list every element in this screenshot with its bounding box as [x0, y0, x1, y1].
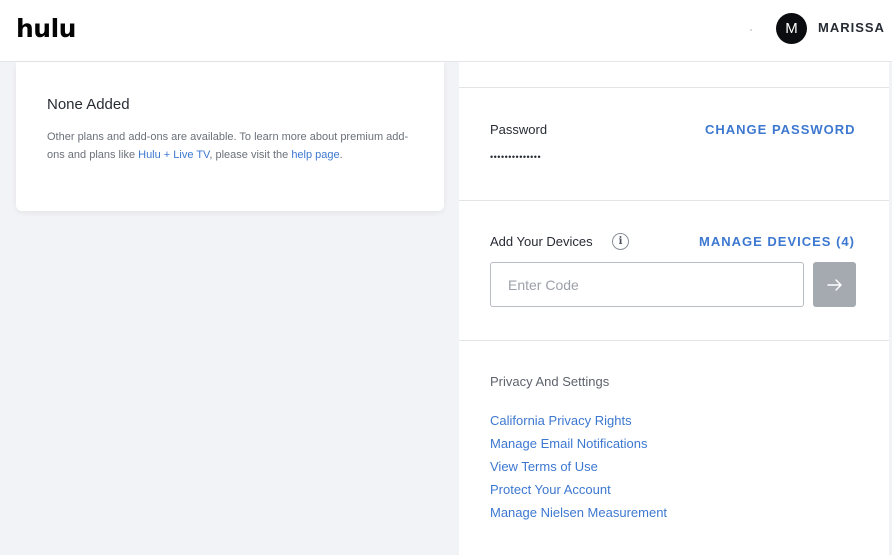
addons-description: Other plans and add-ons are available. T… — [47, 129, 417, 164]
submit-code-button[interactable] — [813, 262, 856, 307]
addons-desc-text-2: , please visit the — [209, 148, 292, 161]
enter-code-input[interactable] — [490, 262, 804, 307]
addons-desc-end: . — [339, 148, 343, 161]
list-item: View Terms of Use — [490, 458, 667, 481]
header-separator — [750, 29, 752, 31]
change-password-link[interactable]: CHANGE PASSWORD — [705, 122, 856, 137]
add-devices-label: Add Your Devices — [490, 234, 593, 249]
list-item: Protect Your Account — [490, 481, 667, 504]
privacy-settings-title: Privacy And Settings — [490, 374, 610, 389]
list-item: California Privacy Rights — [490, 412, 667, 435]
list-item: Manage Email Notifications — [490, 435, 667, 458]
password-label: Password — [490, 122, 548, 137]
addons-title: None Added — [47, 96, 130, 113]
avatar[interactable]: M — [776, 13, 807, 44]
username-menu[interactable]: MARISSA — [818, 20, 885, 35]
manage-devices-link[interactable]: MANAGE DEVICES (4) — [699, 234, 855, 249]
hulu-logo[interactable]: hulu — [16, 14, 76, 43]
account-settings-panel: Password CHANGE PASSWORD •••••••••••••• … — [459, 62, 889, 555]
info-icon[interactable]: i — [612, 233, 629, 250]
help-page-link[interactable]: help page — [291, 149, 339, 161]
california-privacy-rights-link[interactable]: California Privacy Rights — [490, 413, 632, 428]
arrow-right-icon — [826, 278, 842, 291]
view-terms-of-use-link[interactable]: View Terms of Use — [490, 459, 598, 474]
privacy-links-list: California Privacy Rights Manage Email N… — [490, 412, 667, 527]
manage-email-notifications-link[interactable]: Manage Email Notifications — [490, 436, 648, 451]
divider-devices — [459, 340, 889, 341]
hulu-live-tv-link[interactable]: Hulu + Live TV — [138, 149, 209, 161]
password-masked-value: •••••••••••••• — [490, 152, 542, 162]
addons-card: None Added Other plans and add-ons are a… — [16, 62, 444, 211]
divider-password — [459, 200, 889, 201]
manage-nielsen-measurement-link[interactable]: Manage Nielsen Measurement — [490, 505, 667, 520]
divider-top — [459, 87, 889, 88]
list-item: Manage Nielsen Measurement — [490, 504, 667, 527]
top-header: hulu M MARISSA — [0, 0, 892, 62]
protect-your-account-link[interactable]: Protect Your Account — [490, 482, 611, 497]
